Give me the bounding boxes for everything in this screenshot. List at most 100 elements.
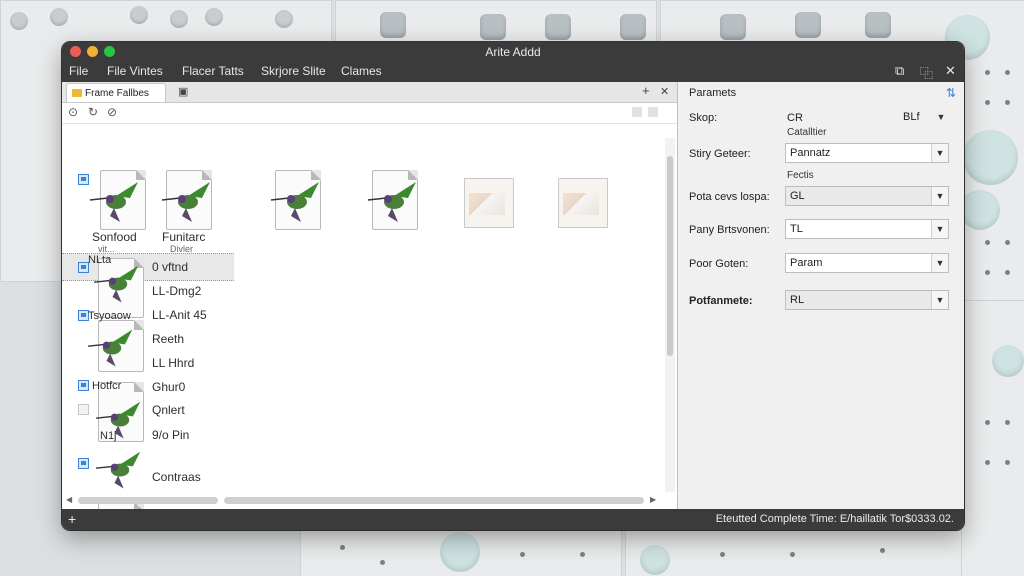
close-window-button[interactable] xyxy=(70,46,81,57)
board-stud xyxy=(50,8,68,26)
restore-icon[interactable]: ⧉ xyxy=(895,63,904,79)
board-dot xyxy=(720,552,725,557)
sort-icon[interactable]: ⇅ xyxy=(946,82,956,104)
board-panel xyxy=(960,300,1024,576)
menu-flacer-tatts[interactable]: Flacer Tatts xyxy=(182,64,244,78)
board-dot xyxy=(1005,460,1010,465)
board-knob xyxy=(992,345,1024,377)
title-bar[interactable]: Arite Addd xyxy=(62,42,964,62)
param-select[interactable]: Pannatz ▼ xyxy=(785,143,949,163)
select-value: Param xyxy=(790,257,823,269)
menu-skrjore-slite[interactable]: Skrjore Slite xyxy=(261,64,326,78)
menu-bar: File File Vintes Flacer Tatts Skrjore Sl… xyxy=(62,62,964,82)
parameters-pane: Paramets ⇅ Skop: CR Catalltier BLf ▼ Sti… xyxy=(679,82,964,509)
thumbnail-label: Sonfood xyxy=(92,230,137,244)
tab-frame-fallbes[interactable]: Frame Fallbes xyxy=(66,83,166,102)
list-item[interactable]: Contraas xyxy=(152,470,201,484)
close-tab-icon[interactable]: ✕ xyxy=(660,85,669,98)
thumbnail-item[interactable]: Sonfood vit... xyxy=(89,170,152,254)
board-stud xyxy=(170,10,188,28)
param-label: Pany Brtsvonen: xyxy=(689,224,770,236)
param-label: Pota cevs lospa: xyxy=(689,191,770,203)
checkbox[interactable] xyxy=(78,404,89,415)
file-overlay-label: Hotfcr xyxy=(92,380,122,392)
param-select[interactable]: TL ▼ xyxy=(785,219,949,239)
param-select[interactable]: RL ▼ xyxy=(785,290,949,310)
thumbnail-label: Funitarc xyxy=(162,230,206,244)
param-label: Skop: xyxy=(689,112,718,124)
view-icon[interactable]: ⊙ xyxy=(68,105,78,119)
pane-toolbar: ⊙ ↻ ⊘ xyxy=(62,103,677,124)
horizontal-scrollbar[interactable]: ◀ ▶ xyxy=(66,494,662,506)
scroll-thumb[interactable] xyxy=(667,156,673,356)
list-item[interactable]: LL Hhrd xyxy=(152,356,194,370)
thumbnail-item[interactable]: Funitarc Divler xyxy=(161,170,222,254)
board-dot xyxy=(1005,420,1010,425)
board-dot xyxy=(1005,270,1010,275)
stop-icon[interactable]: ⊘ xyxy=(107,105,117,119)
folder-icon xyxy=(72,89,82,97)
menu-file-vintes[interactable]: File Vintes xyxy=(107,64,163,78)
list-item[interactable]: Reeth xyxy=(152,332,184,346)
list-item[interactable]: LL-Anit 45 xyxy=(152,308,207,322)
board-dot xyxy=(880,548,885,553)
list-item[interactable]: Qnlert xyxy=(152,403,185,417)
board-stud xyxy=(275,10,293,28)
scroll-right-icon[interactable]: ▶ xyxy=(650,495,656,504)
board-dot xyxy=(380,560,385,565)
file-overlay-label: N1j xyxy=(100,430,117,442)
toolbar-square-icon[interactable] xyxy=(648,107,658,117)
file-overlay-label: Tsyoaow xyxy=(88,310,131,322)
param-select[interactable]: Param ▼ xyxy=(785,253,949,273)
add-icon[interactable]: + xyxy=(68,509,76,530)
pin-tab-icon[interactable]: ▣ xyxy=(178,85,188,98)
board-dot xyxy=(985,100,990,105)
menu-clames[interactable]: Clames xyxy=(341,64,382,78)
scroll-thumb[interactable] xyxy=(224,497,644,504)
refresh-icon[interactable]: ↻ xyxy=(88,105,98,119)
param-label: Stiry Geteer: xyxy=(689,148,751,160)
param-select[interactable]: BLf ▼ xyxy=(899,108,949,128)
board-dot xyxy=(580,552,585,557)
select-value: TL xyxy=(790,223,803,235)
board-dot xyxy=(1005,70,1010,75)
folder-marker-icon xyxy=(78,458,89,469)
select-value: BLf xyxy=(903,111,920,123)
scroll-left-icon[interactable]: ◀ xyxy=(66,495,72,504)
zoom-window-button[interactable] xyxy=(104,46,115,57)
toolbar-square-icon[interactable] xyxy=(632,107,642,117)
menu-file[interactable]: File xyxy=(69,64,88,78)
parameters-title: Paramets xyxy=(689,87,737,99)
list-item[interactable]: LL-Dmg2 xyxy=(152,284,201,298)
board-dot xyxy=(1005,240,1010,245)
board-key xyxy=(545,14,571,40)
board-dot xyxy=(340,545,345,550)
board-dot xyxy=(985,420,990,425)
hummingbird-icon xyxy=(367,182,416,222)
param-sublabel: Catalltier xyxy=(787,127,827,138)
board-key xyxy=(865,12,891,38)
vertical-scrollbar[interactable] xyxy=(665,138,675,492)
add-tab-icon[interactable]: + xyxy=(642,83,650,98)
param-select[interactable]: GL ▼ xyxy=(785,186,949,206)
list-item[interactable]: 0 vftnd xyxy=(152,260,188,274)
board-dot xyxy=(520,552,525,557)
tile-icon[interactable]: ⿻ xyxy=(920,63,933,82)
scroll-thumb[interactable] xyxy=(78,497,218,504)
minimize-window-button[interactable] xyxy=(87,46,98,57)
board-key xyxy=(380,12,406,38)
thumbnail-item[interactable] xyxy=(267,170,327,234)
list-item[interactable]: 9/o Pin xyxy=(152,428,189,442)
status-text: Eteutted Complete Time: E/haillatik Tor$… xyxy=(715,513,954,525)
tab-label: Frame Fallbes xyxy=(85,88,149,99)
close-icon[interactable]: ✕ xyxy=(945,63,956,79)
image-file-icon[interactable] xyxy=(464,178,514,228)
select-value: RL xyxy=(790,294,805,306)
app-window: Arite Addd File File Vintes Flacer Tatts… xyxy=(62,42,964,530)
thumbnail-item[interactable] xyxy=(364,170,424,234)
image-file-icon[interactable] xyxy=(558,178,608,228)
board-stud xyxy=(205,8,223,26)
list-item[interactable]: Ghur0 xyxy=(152,380,185,394)
hummingbird-icon xyxy=(96,451,141,489)
param-sublabel: Fectis xyxy=(787,170,814,181)
